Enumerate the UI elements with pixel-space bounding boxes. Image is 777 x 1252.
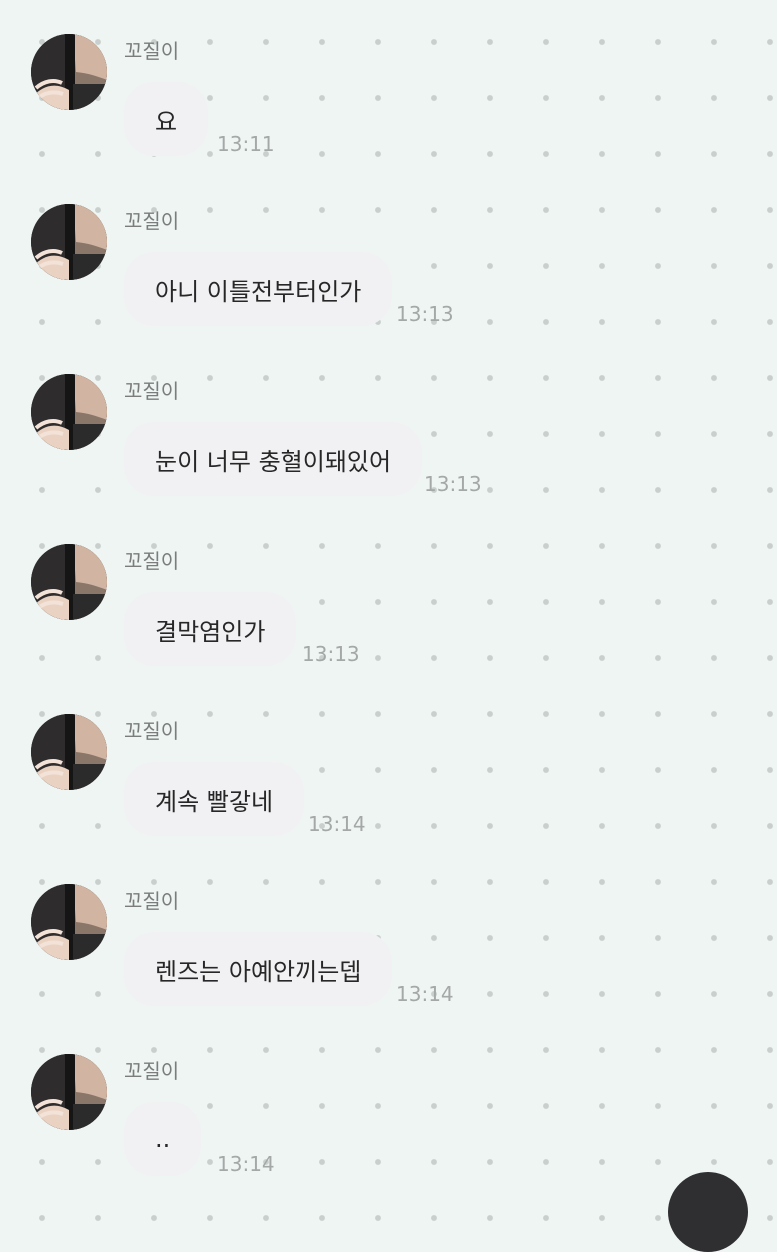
avatar-icon[interactable] [31, 884, 107, 960]
sender-name: 꼬질이 [124, 719, 180, 743]
message-group: 꼬질이 아니 이틀전부터인가 13:13 [0, 170, 777, 340]
avatar-icon[interactable] [31, 544, 107, 620]
message-bubble[interactable]: 렌즈는 아예안끼는뎁 [124, 932, 393, 1006]
message-group: 꼬질이 계속 빨갛네 13:14 [0, 680, 777, 850]
message-group: 꼬질이 .. 13:14 [0, 1020, 777, 1190]
sender-name: 꼬질이 [124, 889, 180, 913]
sender-name: 꼬질이 [124, 549, 180, 573]
avatar-icon[interactable] [31, 374, 107, 450]
message-timestamp: 13:13 [396, 302, 454, 326]
message-timestamp: 13:13 [424, 472, 482, 496]
message-bubble[interactable]: 계속 빨갛네 [124, 762, 305, 836]
avatar-icon[interactable] [31, 204, 107, 280]
message-timestamp: 13:14 [308, 812, 366, 836]
message-bubble[interactable]: 결막염인가 [124, 592, 297, 666]
message-bubble[interactable]: 눈이 너무 충혈이돼있어 [124, 422, 423, 496]
message-timestamp: 13:13 [302, 642, 360, 666]
message-group: 꼬질이 결막염인가 13:13 [0, 510, 777, 680]
sender-name: 꼬질이 [124, 1059, 180, 1083]
message-timestamp: 13:11 [217, 132, 275, 156]
sender-name: 꼬질이 [124, 39, 180, 63]
avatar-icon[interactable] [31, 1054, 107, 1130]
message-group: 꼬질이 요 13:11 [0, 0, 777, 170]
avatar-icon[interactable] [31, 34, 107, 110]
message-timestamp: 13:14 [217, 1152, 275, 1176]
sender-name: 꼬질이 [124, 379, 180, 403]
message-bubble[interactable]: .. [124, 1102, 202, 1176]
avatar-icon[interactable] [31, 714, 107, 790]
chat-area[interactable]: 꼬질이 요 13:11 꼬질이 아니 이틀전부터인가 13:13 꼬질이 눈이 … [0, 0, 777, 1200]
message-timestamp: 13:14 [396, 982, 454, 1006]
message-group: 꼬질이 렌즈는 아예안끼는뎁 13:14 [0, 850, 777, 1020]
message-bubble[interactable]: 요 [124, 82, 209, 156]
message-group: 꼬질이 눈이 너무 충혈이돼있어 13:13 [0, 340, 777, 510]
message-bubble[interactable]: 아니 이틀전부터인가 [124, 252, 393, 326]
sender-name: 꼬질이 [124, 209, 180, 233]
scroll-down-button[interactable] [668, 1172, 748, 1252]
